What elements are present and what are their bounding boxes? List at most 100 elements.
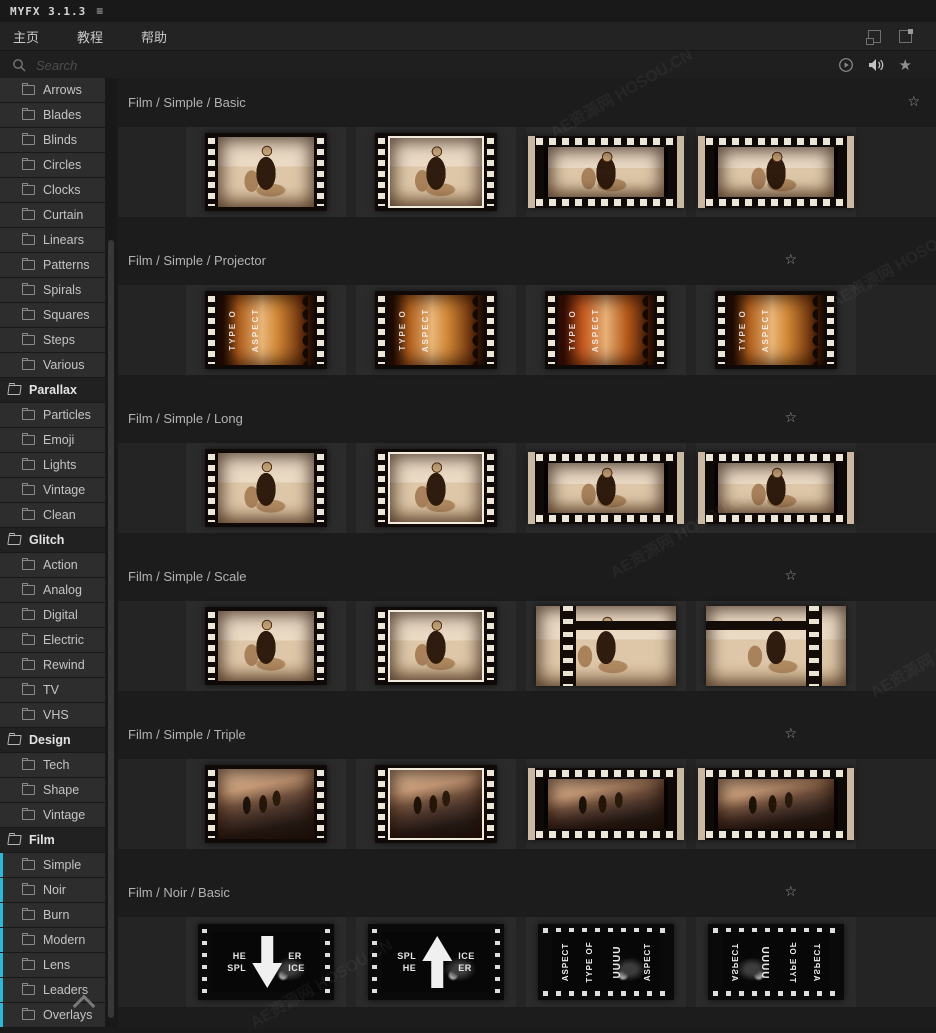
menu-item-home[interactable]: 主页: [10, 27, 52, 46]
sidebar-item-label: Blades: [43, 108, 82, 122]
sidebar-item-simple[interactable]: Simple: [0, 853, 105, 877]
sidebar-item-label: Vintage: [43, 808, 86, 822]
effect-thumbnail[interactable]: SPL HE ICE ER: [356, 917, 516, 1007]
search-input[interactable]: [34, 56, 338, 74]
sidebar-item-noir[interactable]: Noir: [0, 878, 105, 902]
sidebar-item-circles[interactable]: Circles: [0, 153, 105, 177]
folder-icon: [22, 983, 35, 995]
effect-thumbnail[interactable]: [526, 601, 686, 691]
sidebar-item-blinds[interactable]: Blinds: [0, 128, 105, 152]
sidebar-item-lights[interactable]: Lights: [0, 453, 105, 477]
sidebar-item-film[interactable]: Film: [0, 828, 105, 852]
menu-item-tutorial[interactable]: 教程: [64, 27, 116, 46]
sidebar-item-label: VHS: [43, 708, 69, 722]
sidebar-item-label: Steps: [43, 333, 75, 347]
sidebar-item-burn[interactable]: Burn: [0, 903, 105, 927]
sidebar-item-clocks[interactable]: Clocks: [0, 178, 105, 202]
effect-thumbnail[interactable]: [696, 443, 856, 533]
section-title: Film / Simple / Scale: [128, 568, 247, 584]
frame: [536, 606, 676, 686]
sidebar-item-rewind[interactable]: Rewind: [0, 653, 105, 677]
float-panel-icon[interactable]: [866, 29, 881, 45]
sidebar-item-electric[interactable]: Electric: [0, 628, 105, 652]
effect-thumbnail[interactable]: [356, 127, 516, 217]
sidebar-item-linears[interactable]: Linears: [0, 228, 105, 252]
dock-panel-icon[interactable]: [899, 28, 913, 43]
effect-thumbnail[interactable]: ASPECT TYPE O: [696, 285, 856, 375]
sprocket-holes: [205, 449, 218, 527]
sidebar-item-various[interactable]: Various: [0, 353, 105, 377]
sidebar-item-design[interactable]: Design: [0, 728, 105, 752]
folder-icon: [22, 633, 35, 645]
effect-thumbnail[interactable]: [696, 759, 856, 849]
folder-icon: [22, 583, 35, 595]
sidebar-item-vintage[interactable]: Vintage: [0, 478, 105, 502]
preview-play-icon[interactable]: [838, 57, 854, 73]
sidebar-item-vintage[interactable]: Vintage: [0, 803, 105, 827]
favorite-star-icon[interactable]: ☆: [907, 95, 920, 109]
favorite-star-icon[interactable]: ☆: [784, 253, 797, 267]
favorite-star-icon[interactable]: ☆: [784, 411, 797, 425]
sidebar-item-modern[interactable]: Modern: [0, 928, 105, 952]
effect-thumbnail[interactable]: [526, 443, 686, 533]
sidebar-item-spirals[interactable]: Spirals: [0, 278, 105, 302]
sidebar-item-emoji[interactable]: Emoji: [0, 428, 105, 452]
film-text: ASPECT: [560, 942, 570, 982]
sidebar-item-curtain[interactable]: Curtain: [0, 203, 105, 227]
sidebar-item-label: Vintage: [43, 483, 86, 497]
frame: [388, 610, 484, 682]
sidebar-item-lens[interactable]: Lens: [0, 953, 105, 977]
effect-thumbnail[interactable]: [526, 127, 686, 217]
sidebar-item-squares[interactable]: Squares: [0, 303, 105, 327]
sidebar-item-tech[interactable]: Tech: [0, 753, 105, 777]
effect-thumbnail[interactable]: [356, 759, 516, 849]
sidebar-item-parallax[interactable]: Parallax: [0, 378, 105, 402]
sprocket-holes: [528, 136, 684, 147]
sidebar-item-action[interactable]: Action: [0, 553, 105, 577]
section-title: Film / Simple / Projector: [128, 252, 266, 268]
sidebar-item-tv[interactable]: TV: [0, 678, 105, 702]
sidebar-item-leaders[interactable]: Leaders: [0, 978, 105, 1002]
sidebar-item-patterns[interactable]: Patterns: [0, 253, 105, 277]
film-preview: [205, 765, 327, 843]
folder-icon: [22, 908, 35, 920]
audio-volume-icon[interactable]: [868, 58, 885, 72]
sidebar-item-analog[interactable]: Analog: [0, 578, 105, 602]
menu-item-help[interactable]: 帮助: [128, 27, 180, 46]
favorites-icon[interactable]: ★: [899, 57, 912, 73]
sidebar-scrollbar[interactable]: [108, 240, 114, 1018]
effect-thumbnail[interactable]: HE SPL ER ICE: [186, 917, 346, 1007]
sidebar-item-vhs[interactable]: VHS: [0, 703, 105, 727]
effect-thumbnail[interactable]: [186, 759, 346, 849]
sidebar-item-clean[interactable]: Clean: [0, 503, 105, 527]
effect-thumbnail[interactable]: [186, 127, 346, 217]
effect-thumbnail[interactable]: [526, 759, 686, 849]
film-text: ASPECT: [812, 942, 822, 982]
effect-thumbnail[interactable]: [356, 601, 516, 691]
sidebar-item-blades[interactable]: Blades: [0, 103, 105, 127]
frame: ASPECT TYPE O: [558, 295, 654, 365]
effect-thumbnail[interactable]: [696, 127, 856, 217]
effect-thumbnail[interactable]: ASPECT TYPE OF UUUU ASPECT: [526, 917, 686, 1007]
app-title: MYFX 3.1.3: [10, 4, 87, 18]
sidebar-item-particles[interactable]: Particles: [0, 403, 105, 427]
folder-icon: [7, 385, 22, 395]
sidebar-item-glitch[interactable]: Glitch: [0, 528, 105, 552]
effect-thumbnail[interactable]: ASPECT TYPE O: [186, 285, 346, 375]
effect-thumbnail[interactable]: ASPECT TYPE OF UUUU ASPECT: [696, 917, 856, 1007]
effect-thumbnail[interactable]: [696, 601, 856, 691]
effect-thumbnail[interactable]: ASPECT TYPE O: [356, 285, 516, 375]
favorite-star-icon[interactable]: ☆: [784, 727, 797, 741]
effect-thumbnail[interactable]: [186, 443, 346, 533]
favorite-star-icon[interactable]: ☆: [784, 885, 797, 899]
effect-thumbnail[interactable]: ASPECT TYPE O: [526, 285, 686, 375]
sidebar-item-steps[interactable]: Steps: [0, 328, 105, 352]
sidebar-item-arrows[interactable]: Arrows: [0, 78, 105, 102]
hamburger-menu-icon[interactable]: ≡: [96, 4, 103, 18]
favorite-star-icon[interactable]: ☆: [784, 569, 797, 583]
sidebar-item-digital[interactable]: Digital: [0, 603, 105, 627]
thumbnail-row: [118, 601, 936, 691]
effect-thumbnail[interactable]: [186, 601, 346, 691]
effect-thumbnail[interactable]: [356, 443, 516, 533]
sidebar-item-shape[interactable]: Shape: [0, 778, 105, 802]
